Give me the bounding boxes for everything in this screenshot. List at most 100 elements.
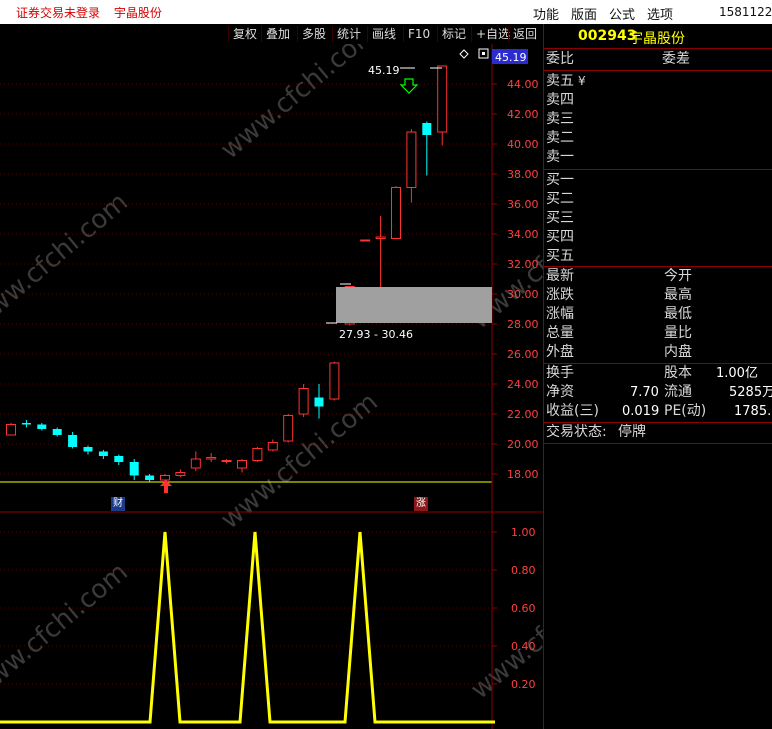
candle-body [114, 456, 124, 462]
pe-label: PE(动) [664, 403, 707, 419]
change-label: 涨跌 [546, 287, 574, 303]
candle-body [252, 448, 263, 461]
divider [544, 48, 772, 49]
draw-line-button[interactable]: 画线 [367, 26, 400, 42]
price-tick-label: 26.00 [507, 348, 539, 361]
price-tick-label: 34.00 [507, 228, 539, 241]
sell4-label: 卖四 [546, 92, 574, 108]
divider [544, 70, 772, 71]
chart-toolbar: 复权 叠加 多股 统计 画线 F10 标记 +自选 返回 [0, 24, 543, 44]
candle-body [221, 460, 232, 462]
price-tick-label: 20.00 [507, 438, 539, 451]
financial-report-marker[interactable]: 财 [111, 497, 125, 511]
eps-value: 0.019 [622, 404, 660, 419]
price-tick-label: 36.00 [507, 198, 539, 211]
sell1-label: 卖一 [546, 149, 574, 165]
candle-body [190, 458, 201, 469]
net-assets-value: 7.70 [630, 385, 659, 400]
main-chart[interactable]: www.cfchi.comwww.cfchi.comwww.cfchi.comw… [0, 44, 543, 729]
eps-label: 收益(三) [546, 403, 599, 419]
turnover-label: 换手 [546, 365, 574, 381]
title-bar: 证券交易未登录 宇晶股份 功能 版面 公式 选项 15811223 [0, 0, 772, 25]
high-price-label: 45.19 [368, 64, 400, 77]
watermark-layer: www.cfchi.comwww.cfchi.comwww.cfchi.comw… [0, 44, 543, 705]
restore-rights-button[interactable]: 复权 [228, 26, 261, 42]
share-capital-value: 1.00亿 [716, 366, 758, 381]
account-number[interactable]: 15811223 [719, 5, 772, 19]
diamond-marker-icon[interactable] [459, 49, 469, 59]
candle-body [129, 462, 139, 476]
limit-up-marker[interactable]: 涨 [414, 497, 428, 511]
volume-label: 总量 [546, 325, 574, 341]
f10-button[interactable]: F10 [403, 26, 434, 42]
sell3-label: 卖三 [546, 111, 574, 127]
sell2-label: 卖二 [546, 130, 574, 146]
candle-body [422, 123, 432, 135]
latest-label: 最新 [546, 268, 574, 284]
candle-body [283, 415, 294, 442]
statistics-button[interactable]: 统计 [332, 26, 365, 42]
menu-formula[interactable]: 公式 [609, 4, 635, 23]
weibi-label: 委比 [546, 51, 574, 67]
overlay-button[interactable]: 叠加 [261, 26, 294, 42]
login-status[interactable]: 证券交易未登录 [16, 6, 100, 20]
indicator-tick-label: 1.00 [511, 526, 536, 539]
share-capital-label: 股本 [664, 365, 692, 381]
menu-functions[interactable]: 功能 [533, 4, 559, 23]
sell5-mark: ¥ [578, 74, 586, 88]
pe-value: 1785.7 [734, 404, 772, 419]
divider [544, 443, 772, 444]
price-tick-label: 28.00 [507, 318, 539, 331]
window-toggle-dot [482, 52, 485, 55]
candle-body [314, 397, 324, 407]
outer-volume-label: 外盘 [546, 344, 574, 360]
low-label: 最低 [664, 306, 692, 322]
current-price-text: 45.19 [495, 51, 527, 64]
price-tick-label: 32.00 [507, 258, 539, 271]
float-label: 流通 [664, 384, 692, 400]
indicator-tick-label: 0.60 [511, 602, 536, 615]
quote-header: 002943 宇晶股份 [544, 26, 772, 48]
candlestick-series [6, 65, 448, 482]
buy2-label: 买二 [546, 191, 574, 207]
trade-status-value: 停牌 [618, 424, 646, 440]
buy1-label: 买一 [546, 172, 574, 188]
open-label: 今开 [664, 268, 692, 284]
buy5-label: 买五 [546, 248, 574, 264]
candle-body [437, 65, 448, 133]
quote-panel: 002943 宇晶股份 委比 委差 卖五 ¥ 卖四 卖三 卖二 卖一 买一 买二… [543, 24, 772, 729]
mark-button[interactable]: 标记 [437, 26, 470, 42]
indicator-tick-label: 0.20 [511, 678, 536, 691]
candle-body [375, 236, 386, 239]
candle-body [175, 472, 186, 476]
net-assets-label: 净资 [546, 384, 574, 400]
high-label: 最高 [664, 287, 692, 303]
watermark-text: www.cfchi.com [215, 44, 384, 165]
candle-body [83, 447, 93, 452]
watermark-text: www.cfchi.com [0, 187, 134, 335]
candle-body [21, 423, 31, 425]
price-tick-label: 44.00 [507, 78, 539, 91]
candle-body [391, 187, 401, 239]
indicator-tick-label: 0.80 [511, 564, 536, 577]
candle-body [160, 475, 170, 481]
stock-name: 宇晶股份 [629, 31, 685, 47]
title-left: 证券交易未登录 宇晶股份 [16, 4, 172, 21]
sell5-label: 卖五 [546, 73, 574, 89]
indicator-tick-label: 0.40 [511, 640, 536, 653]
menu-layout[interactable]: 版面 [571, 4, 597, 23]
price-tick-label: 42.00 [507, 108, 539, 121]
menu-options[interactable]: 选项 [647, 4, 673, 23]
candle-body [68, 435, 78, 447]
buy4-label: 买四 [546, 229, 574, 245]
price-range-highlight [336, 287, 492, 323]
candle-body [6, 424, 16, 436]
sell-signal-arrow-icon [399, 78, 419, 94]
price-tick-label: 18.00 [507, 468, 539, 481]
price-tick-label: 24.00 [507, 378, 539, 391]
candle-body [237, 460, 247, 469]
multi-stock-button[interactable]: 多股 [297, 26, 330, 42]
back-button[interactable]: 返回 [508, 26, 541, 42]
title-stock-name: 宇晶股份 [113, 6, 162, 20]
float-value: 5285万 [729, 385, 772, 400]
